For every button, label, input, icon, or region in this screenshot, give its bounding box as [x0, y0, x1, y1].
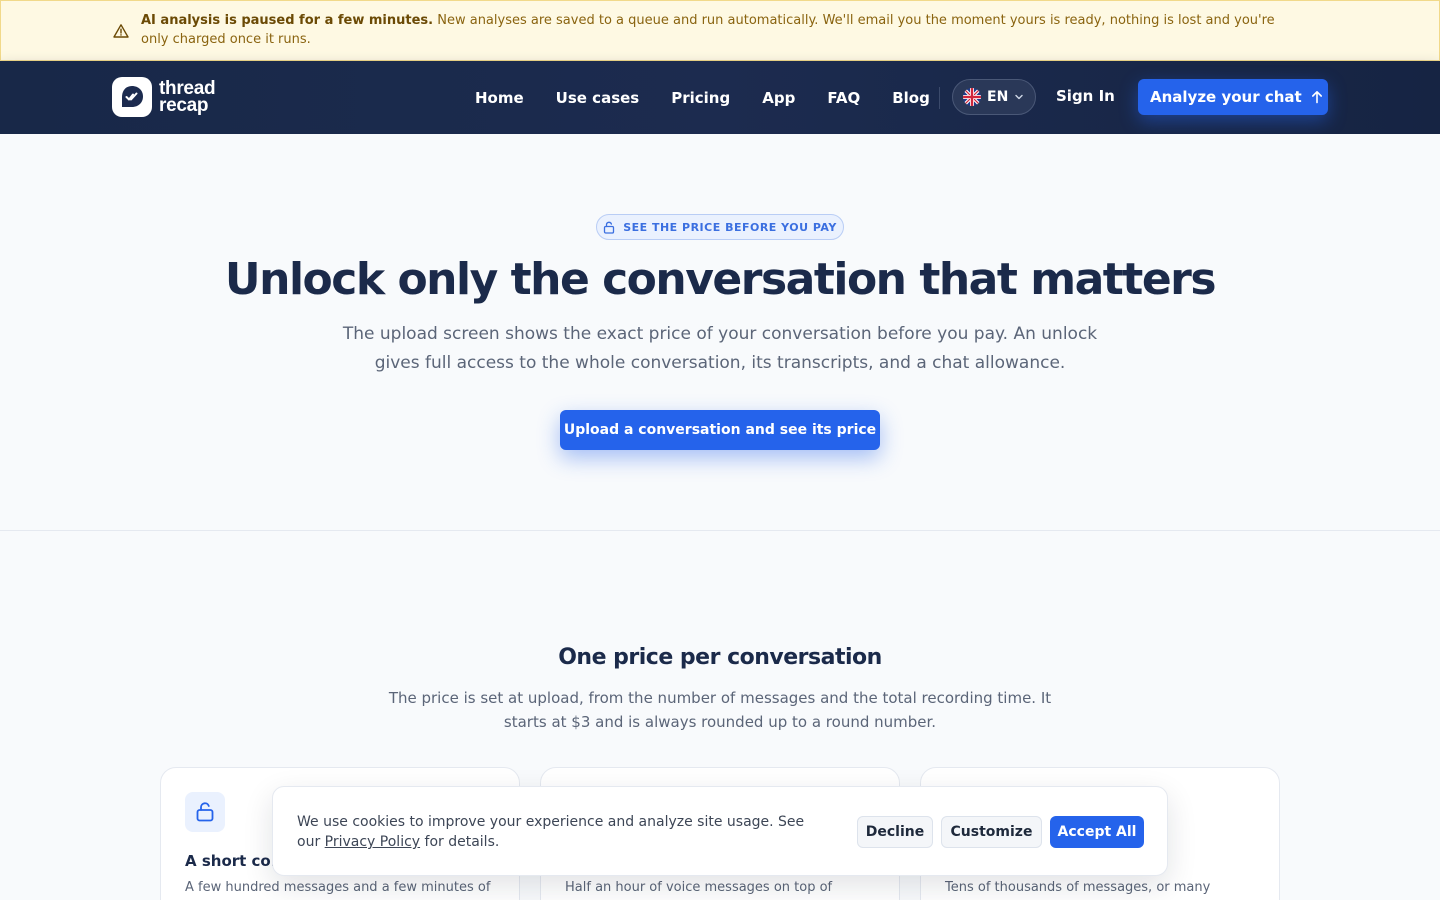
top-navbar: thread recap Home Use cases Pricing App …: [0, 61, 1440, 134]
unlock-icon: [185, 792, 225, 832]
logo-wordmark: thread recap: [159, 79, 216, 116]
nav-link-blog[interactable]: Blog: [892, 89, 930, 107]
nav-links: Home Use cases Pricing App FAQ Blog: [475, 61, 962, 134]
card-title: A short cor: [185, 852, 279, 870]
card-text: Tens of thousands of messages, or many: [945, 880, 1211, 895]
hero-badge-label: SEE THE PRICE BEFORE YOU PAY: [623, 220, 837, 234]
alert-message: AI analysis is paused for a few minutes.…: [141, 11, 1301, 49]
language-selector[interactable]: EN: [952, 79, 1036, 115]
hero-badge: SEE THE PRICE BEFORE YOU PAY: [596, 214, 844, 240]
nav-link-pricing[interactable]: Pricing: [671, 89, 730, 107]
nav-link-app[interactable]: App: [762, 89, 795, 107]
card-text: Half an hour of voice messages on top of: [565, 880, 833, 895]
card-text: A few hundred messages and a few minutes…: [185, 880, 491, 895]
hero-section: SEE THE PRICE BEFORE YOU PAY Unlock only…: [0, 134, 1440, 531]
unlock-icon: [604, 221, 615, 234]
nav-link-home[interactable]: Home: [475, 89, 524, 107]
nav-divider: [939, 87, 940, 109]
chevron-down-icon: [1015, 94, 1023, 100]
maintenance-alert-banner: AI analysis is paused for a few minutes.…: [0, 0, 1440, 61]
logo[interactable]: thread recap: [112, 77, 216, 117]
upload-conversation-button[interactable]: Upload a conversation and see its price: [560, 410, 880, 450]
decline-button[interactable]: Decline: [857, 816, 933, 848]
cookie-message: We use cookies to improve your experienc…: [297, 812, 817, 852]
logo-mark-icon: [112, 77, 152, 117]
warning-icon: [113, 24, 129, 38]
cookie-text-after: for details.: [420, 834, 500, 850]
hero-subtitle: The upload screen shows the exact price …: [342, 324, 1098, 373]
nav-link-use-cases[interactable]: Use cases: [556, 89, 640, 107]
customize-button[interactable]: Customize: [941, 816, 1042, 848]
cookie-consent-banner: We use cookies to improve your experienc…: [272, 786, 1168, 876]
analyze-chat-label: Analyze your chat: [1150, 88, 1302, 106]
logo-line-2: recap: [159, 95, 209, 116]
privacy-policy-link[interactable]: Privacy Policy: [325, 834, 420, 850]
sign-in-link[interactable]: Sign In: [1056, 87, 1115, 105]
language-code: EN: [987, 89, 1009, 105]
uk-flag-icon: [963, 88, 981, 106]
analyze-chat-button[interactable]: Analyze your chat: [1138, 79, 1328, 115]
alert-title: AI analysis is paused for a few minutes.: [141, 13, 434, 28]
pricing-subtitle: The price is set at upload, from the num…: [388, 689, 1052, 731]
pricing-title: One price per conversation: [558, 645, 882, 670]
nav-link-faq[interactable]: FAQ: [827, 89, 860, 107]
arrow-up-icon: [1311, 91, 1322, 104]
accept-all-button[interactable]: Accept All: [1050, 816, 1144, 848]
hero-title: Unlock only the conversation that matter…: [224, 254, 1217, 305]
